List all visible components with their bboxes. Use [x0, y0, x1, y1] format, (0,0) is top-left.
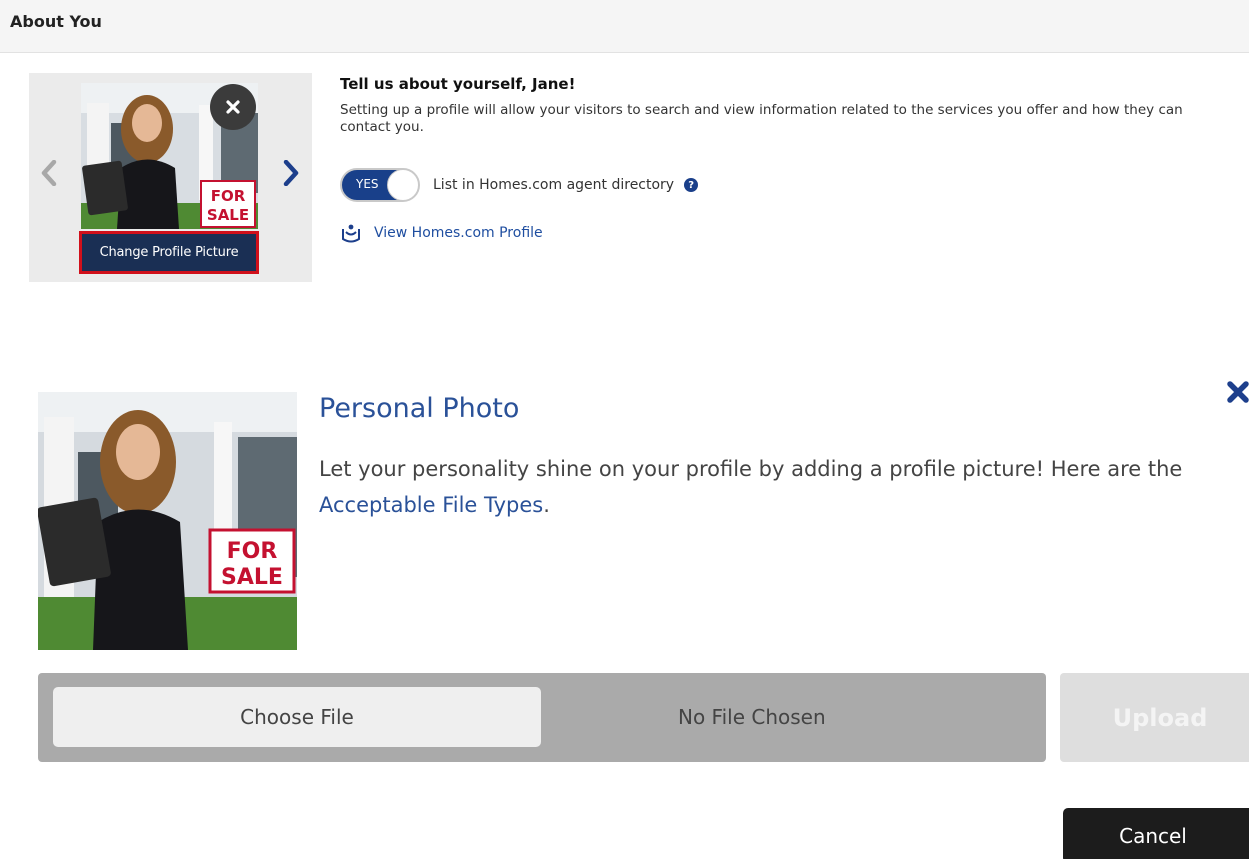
- profile-intro: Tell us about yourself, Jane! Setting up…: [340, 75, 1230, 136]
- directory-toggle-label: List in Homes.com agent directory: [433, 177, 675, 193]
- acceptable-file-types-link[interactable]: Acceptable File Types: [319, 493, 543, 517]
- profile-badge-icon: [342, 224, 360, 243]
- profile-heading: Tell us about yourself, Jane!: [340, 75, 576, 93]
- remove-photo-button[interactable]: [210, 84, 256, 130]
- cancel-button[interactable]: Cancel: [1063, 808, 1249, 859]
- chevron-left-icon: [41, 160, 57, 186]
- personal-photo-description-end: .: [543, 493, 550, 517]
- directory-listing-toggle[interactable]: YES: [340, 168, 420, 202]
- question-circle-icon[interactable]: ?: [684, 178, 699, 192]
- close-panel-button[interactable]: [1224, 378, 1249, 406]
- toggle-state-text: YES: [356, 177, 379, 191]
- for-sale-sign-line1-large: FOR: [227, 539, 278, 564]
- personal-photo-title: Personal Photo: [319, 393, 520, 424]
- close-icon: [226, 100, 240, 114]
- for-sale-sign-line2: SALE: [207, 206, 249, 224]
- file-status-text: No File Chosen: [678, 705, 826, 729]
- upload-button[interactable]: Upload: [1060, 673, 1249, 762]
- chevron-right-icon: [283, 160, 299, 186]
- profile-description: Setting up a profile will allow your vis…: [340, 102, 1183, 135]
- view-profile-link[interactable]: View Homes.com Profile: [340, 222, 543, 244]
- close-x-icon: [1227, 381, 1249, 403]
- directory-toggle-row: YES List in Homes.com agent directory ?: [340, 168, 699, 202]
- file-input-bar: Choose File No File Chosen: [38, 673, 1046, 762]
- for-sale-sign-line2-large: SALE: [221, 565, 283, 590]
- carousel-next-button[interactable]: [279, 158, 303, 188]
- change-profile-picture-button[interactable]: Change Profile Picture: [79, 231, 259, 274]
- personal-photo-preview: FOR SALE: [38, 392, 297, 650]
- view-profile-link-text: View Homes.com Profile: [374, 225, 543, 241]
- carousel-prev-button[interactable]: [37, 158, 61, 188]
- toggle-knob: [387, 169, 419, 201]
- choose-file-button[interactable]: Choose File: [53, 687, 541, 747]
- section-title: About You: [10, 12, 102, 31]
- section-header: About You: [0, 0, 1249, 53]
- personal-photo-description-text: Let your personality shine on your profi…: [319, 457, 1183, 481]
- for-sale-sign-line1: FOR: [211, 187, 246, 205]
- personal-photo-description: Let your personality shine on your profi…: [319, 451, 1209, 523]
